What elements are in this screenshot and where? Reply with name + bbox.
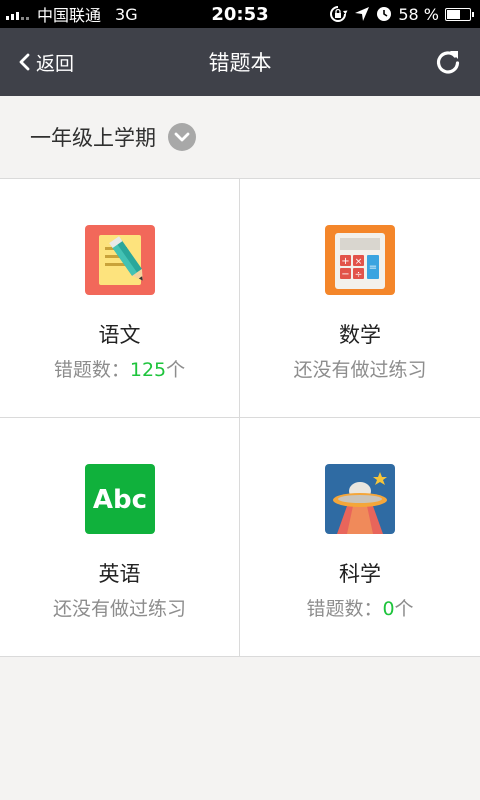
svg-text:=: =	[369, 262, 377, 273]
subject-name: 科学	[339, 562, 381, 586]
back-label: 返回	[36, 52, 75, 75]
mistake-count: 错题数：0个	[306, 598, 414, 620]
svg-text:Abc: Abc	[92, 485, 146, 515]
count-value: 125	[129, 359, 167, 381]
carrier-label: 中国联通	[37, 6, 102, 25]
network-label: 3G	[115, 4, 138, 24]
subject-status: 还没有做过练习	[293, 359, 427, 381]
location-arrow-icon	[355, 7, 370, 21]
ufo-icon	[325, 464, 395, 534]
mistake-count: 错题数：125个	[53, 359, 186, 381]
svg-text:+: +	[341, 256, 349, 267]
count-value: 0	[382, 598, 395, 620]
status-right: 58 %	[328, 5, 474, 24]
grade-selector[interactable]: 一年级上学期	[0, 96, 480, 179]
nav-bar: 返回 错题本	[0, 28, 480, 96]
back-button[interactable]: 返回	[0, 49, 74, 76]
alarm-icon	[377, 7, 392, 21]
svg-text:÷: ÷	[355, 270, 363, 280]
battery-percent: 58 %	[398, 4, 439, 24]
chevron-left-icon	[19, 53, 30, 71]
pencil-notebook-icon	[84, 225, 155, 295]
abc-icon: Abc	[84, 464, 155, 534]
subject-name: 语文	[98, 323, 141, 347]
svg-text:−: −	[341, 269, 349, 280]
battery-icon	[445, 7, 474, 21]
subject-grid: 语文 错题数：125个 + × − ÷ = 数学 还没有做过练习 Abc 英语 …	[0, 179, 480, 657]
subject-name: 数学	[339, 323, 381, 347]
subject-card-math[interactable]: + × − ÷ = 数学 还没有做过练习	[240, 179, 480, 418]
subject-status: 还没有做过练习	[52, 598, 186, 620]
status-bar: 中国联通 3G 20:53 58 %	[0, 0, 480, 28]
signal-icon	[6, 8, 29, 20]
subject-name: 英语	[98, 562, 141, 586]
subject-card-english[interactable]: Abc 英语 还没有做过练习	[0, 418, 240, 657]
chevron-down-icon[interactable]	[168, 123, 196, 151]
svg-text:×: ×	[355, 257, 363, 267]
calculator-icon: + × − ÷ =	[325, 225, 395, 295]
grade-label: 一年级上学期	[30, 126, 156, 150]
subject-card-science[interactable]: 科学 错题数：0个	[240, 418, 480, 657]
refresh-icon[interactable]	[434, 48, 462, 76]
subject-card-chinese[interactable]: 语文 错题数：125个	[0, 179, 240, 418]
status-left: 中国联通 3G	[6, 2, 138, 26]
rotation-lock-icon	[330, 6, 348, 22]
